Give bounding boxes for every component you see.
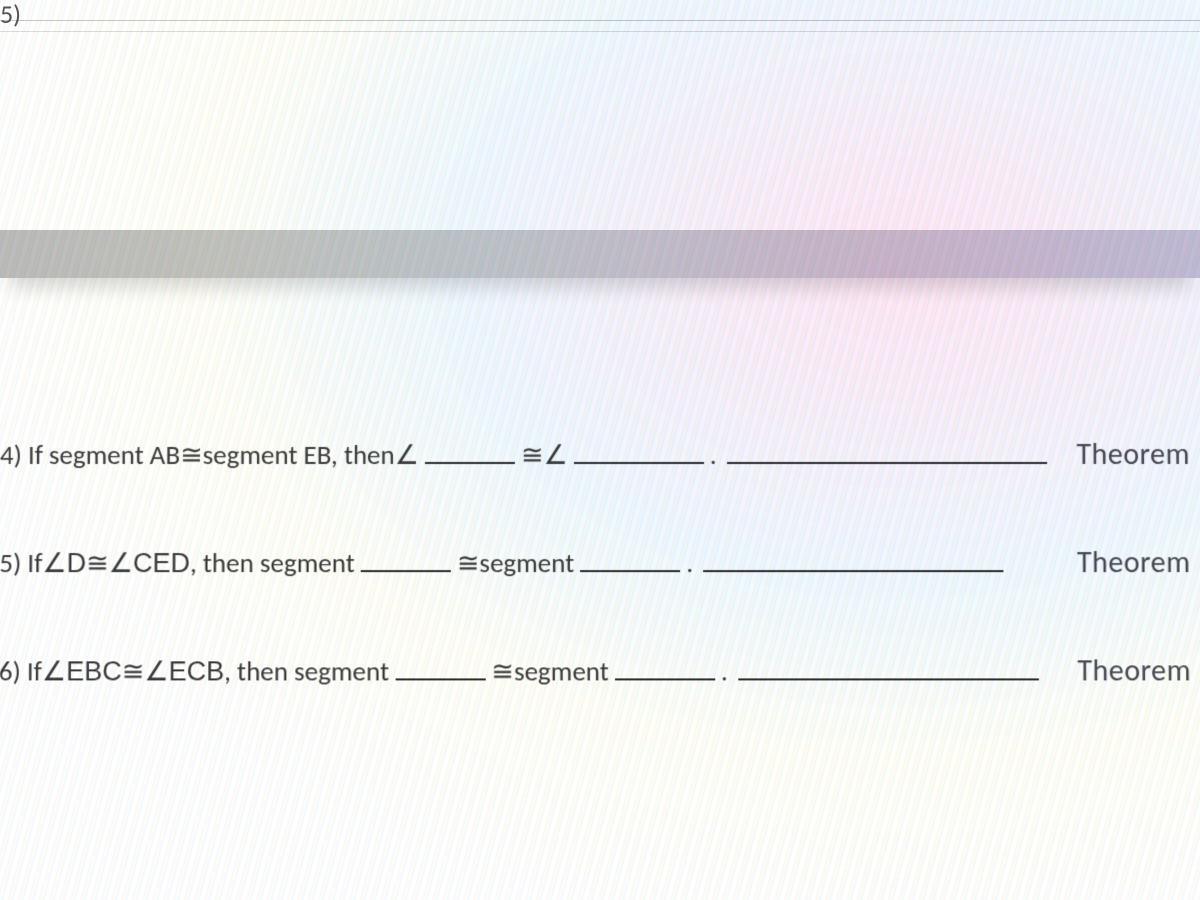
q6-text-c: segment bbox=[514, 658, 609, 685]
q4-number: 4) bbox=[0, 442, 22, 469]
angle-d: ∠D bbox=[42, 550, 86, 577]
q6-blank-theorem[interactable] bbox=[738, 657, 1039, 680]
congruent-icon: ≅ bbox=[457, 550, 480, 577]
q4-text-a: If segment AB bbox=[28, 442, 180, 469]
top-rule bbox=[0, 20, 1200, 32]
congruent-icon: ≅ bbox=[180, 442, 203, 469]
q6-blank-1[interactable] bbox=[395, 657, 485, 680]
q5-number: 5) bbox=[0, 550, 21, 577]
q4-blank-2[interactable] bbox=[574, 441, 704, 464]
q5-blank-2[interactable] bbox=[580, 549, 680, 572]
angle-ced: ∠CED bbox=[109, 550, 190, 577]
question-6: 6) If ∠EBC ≅ ∠ECB , then segment ≅ segme… bbox=[0, 656, 1200, 686]
q5-blank-1[interactable] bbox=[361, 549, 451, 572]
q4-text-b: segment EB, then bbox=[203, 442, 395, 469]
q5-blank-theorem[interactable] bbox=[703, 549, 1003, 572]
q6-period: . bbox=[721, 658, 728, 685]
congruent-icon: ≅ bbox=[521, 442, 544, 469]
question-5: 5) If ∠D ≅ ∠CED , then segment ≅ segment… bbox=[0, 548, 1200, 578]
q6-text-a: If bbox=[27, 658, 42, 685]
q5-period: . bbox=[686, 550, 693, 577]
q5-text-b: , then segment bbox=[190, 550, 355, 577]
q6-number: 6) bbox=[0, 658, 21, 685]
q4-blank-theorem[interactable] bbox=[727, 441, 1047, 464]
angle-ebc: ∠EBC bbox=[42, 658, 122, 685]
q6-blank-2[interactable] bbox=[615, 657, 715, 680]
q6-theorem-label: Theorem bbox=[1077, 656, 1200, 686]
question-4: 4) If segment AB ≅ segment EB, then ∠ ≅ … bbox=[0, 440, 1200, 470]
q4-theorem-label: Theorem bbox=[1076, 440, 1200, 470]
q5-text-a: If bbox=[27, 550, 42, 577]
angle-ecb: ∠ECB bbox=[144, 658, 224, 685]
q5-text-c: segment bbox=[479, 550, 574, 577]
stray-top-number: 5) bbox=[0, 0, 21, 30]
q5-theorem-label: Theorem bbox=[1077, 548, 1200, 578]
separator-band bbox=[0, 230, 1200, 278]
q6-text-b: , then segment bbox=[224, 658, 389, 685]
angle-icon: ∠ bbox=[395, 442, 419, 469]
q4-blank-1[interactable] bbox=[425, 441, 515, 464]
congruent-icon: ≅ bbox=[86, 550, 109, 577]
congruent-icon: ≅ bbox=[491, 658, 514, 685]
angle-icon: ∠ bbox=[544, 442, 568, 469]
worksheet-body: 4) If segment AB ≅ segment EB, then ∠ ≅ … bbox=[0, 440, 1200, 765]
congruent-icon: ≅ bbox=[122, 658, 145, 685]
q4-period: . bbox=[710, 442, 717, 469]
